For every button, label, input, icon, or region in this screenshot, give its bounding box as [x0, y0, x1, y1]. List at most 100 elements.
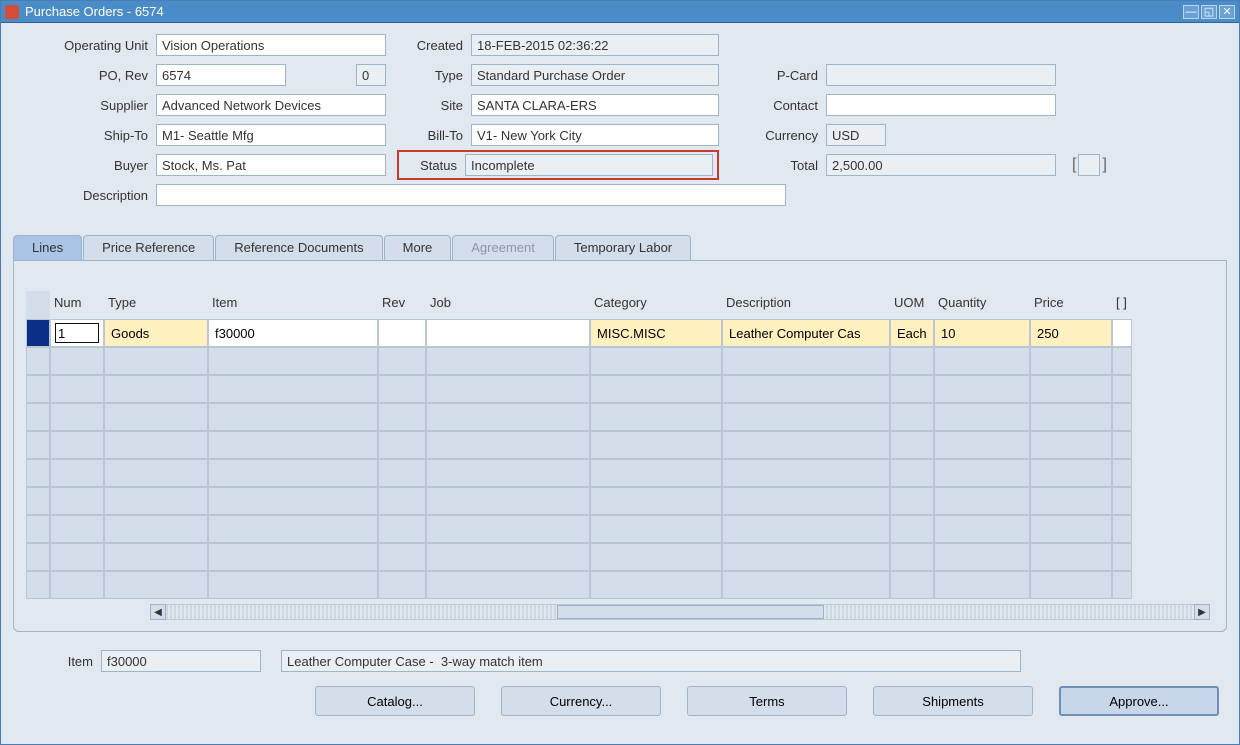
cell-price[interactable]: [1030, 319, 1112, 347]
created-label: Created: [401, 38, 471, 53]
catalog-button[interactable]: Catalog...: [315, 686, 475, 716]
currency-field: [826, 124, 886, 146]
approve-button[interactable]: Approve...: [1059, 686, 1219, 716]
currency-button[interactable]: Currency...: [501, 686, 661, 716]
ship-to-field[interactable]: [156, 124, 386, 146]
table-row[interactable]: [26, 347, 1214, 375]
po-window: Purchase Orders - 6574 — ◱ ✕ Operating U…: [0, 0, 1240, 745]
pcard-field[interactable]: [826, 64, 1056, 86]
table-row[interactable]: [26, 403, 1214, 431]
col-price: Price: [1030, 291, 1112, 319]
supplier-field[interactable]: [156, 94, 386, 116]
cell-quantity[interactable]: [934, 319, 1030, 347]
col-selector: [26, 291, 50, 319]
scroll-track[interactable]: [166, 604, 1194, 620]
footer-item-field: [101, 650, 261, 672]
col-quantity: Quantity: [934, 291, 1030, 319]
row-selector[interactable]: [26, 319, 50, 347]
site-field[interactable]: [471, 94, 719, 116]
pcard-label: P-Card: [731, 68, 826, 83]
grid-header: Num Type Item Rev Job Category Descripti…: [26, 291, 1214, 319]
col-job: Job: [426, 291, 590, 319]
tab-more[interactable]: More: [384, 235, 452, 260]
tab-reference-documents[interactable]: Reference Documents: [215, 235, 382, 260]
type-label: Type: [401, 68, 471, 83]
table-row[interactable]: [26, 319, 1214, 347]
cell-uom[interactable]: [890, 319, 934, 347]
bracket-right: ]: [1102, 156, 1106, 174]
cell-type[interactable]: [104, 319, 208, 347]
scroll-thumb[interactable]: [557, 605, 824, 619]
table-row[interactable]: [26, 515, 1214, 543]
cell-num[interactable]: [50, 319, 104, 347]
table-row[interactable]: [26, 459, 1214, 487]
operating-unit-field[interactable]: [156, 34, 386, 56]
table-row[interactable]: [26, 431, 1214, 459]
table-row[interactable]: [26, 571, 1214, 599]
col-description: Description: [722, 291, 890, 319]
currency-label: Currency: [731, 128, 826, 143]
operating-unit-label: Operating Unit: [21, 38, 156, 53]
window-title: Purchase Orders - 6574: [25, 4, 1181, 19]
footer-item-row: Item: [41, 650, 1239, 672]
terms-button[interactable]: Terms: [687, 686, 847, 716]
col-type: Type: [104, 291, 208, 319]
col-flex: [ ]: [1112, 291, 1132, 319]
bracket-left: [: [1072, 156, 1076, 174]
ship-to-label: Ship-To: [21, 128, 156, 143]
po-number-field[interactable]: [156, 64, 286, 86]
total-field: [826, 154, 1056, 176]
tab-temporary-labor[interactable]: Temporary Labor: [555, 235, 691, 260]
horizontal-scrollbar[interactable]: ◀ ▶: [150, 603, 1210, 621]
po-rev-label: PO, Rev: [21, 68, 156, 83]
cell-flex[interactable]: [1112, 319, 1132, 347]
close-icon[interactable]: ✕: [1219, 5, 1235, 19]
shipments-button[interactable]: Shipments: [873, 686, 1033, 716]
cell-description[interactable]: [722, 319, 890, 347]
col-item: Item: [208, 291, 378, 319]
status-highlight: Status: [397, 150, 719, 180]
tabs-container: Lines Price Reference Reference Document…: [13, 235, 1227, 632]
tabs: Lines Price Reference Reference Document…: [13, 235, 1227, 261]
table-row[interactable]: [26, 487, 1214, 515]
col-rev: Rev: [378, 291, 426, 319]
tab-agreement: Agreement: [452, 235, 554, 260]
type-field: [471, 64, 719, 86]
col-num: Num: [50, 291, 104, 319]
contact-field[interactable]: [826, 94, 1056, 116]
cell-job[interactable]: [426, 319, 590, 347]
tab-price-reference[interactable]: Price Reference: [83, 235, 214, 260]
bill-to-label: Bill-To: [401, 128, 471, 143]
cell-category[interactable]: [590, 319, 722, 347]
footer-item-desc-field: [281, 650, 1021, 672]
created-field: [471, 34, 719, 56]
header-form: Operating Unit Created PO, Rev Type P-Ca: [1, 23, 1239, 217]
table-row[interactable]: [26, 375, 1214, 403]
table-row[interactable]: [26, 543, 1214, 571]
scroll-left-icon[interactable]: ◀: [150, 604, 166, 620]
footer-item-label: Item: [41, 654, 101, 669]
app-icon: [5, 5, 19, 19]
tab-lines[interactable]: Lines: [13, 235, 82, 260]
total-label: Total: [731, 158, 826, 173]
description-field[interactable]: [156, 184, 786, 206]
col-uom: UOM: [890, 291, 934, 319]
titlebar: Purchase Orders - 6574 — ◱ ✕: [1, 1, 1239, 23]
cell-item[interactable]: [208, 319, 378, 347]
bill-to-field[interactable]: [471, 124, 719, 146]
lines-grid: Num Type Item Rev Job Category Descripti…: [26, 291, 1214, 599]
col-category: Category: [590, 291, 722, 319]
button-bar: Catalog... Currency... Terms Shipments A…: [1, 686, 1239, 728]
scroll-right-icon[interactable]: ▶: [1194, 604, 1210, 620]
restore-icon[interactable]: ◱: [1201, 5, 1217, 19]
flex-field[interactable]: [1078, 154, 1100, 176]
status-field: [465, 154, 713, 176]
site-label: Site: [401, 98, 471, 113]
status-label: Status: [403, 158, 465, 173]
tab-body-lines: Num Type Item Rev Job Category Descripti…: [13, 261, 1227, 632]
buyer-field[interactable]: [156, 154, 386, 176]
cell-rev[interactable]: [378, 319, 426, 347]
buyer-label: Buyer: [21, 158, 156, 173]
revision-field: [356, 64, 386, 86]
minimize-icon[interactable]: —: [1183, 5, 1199, 19]
